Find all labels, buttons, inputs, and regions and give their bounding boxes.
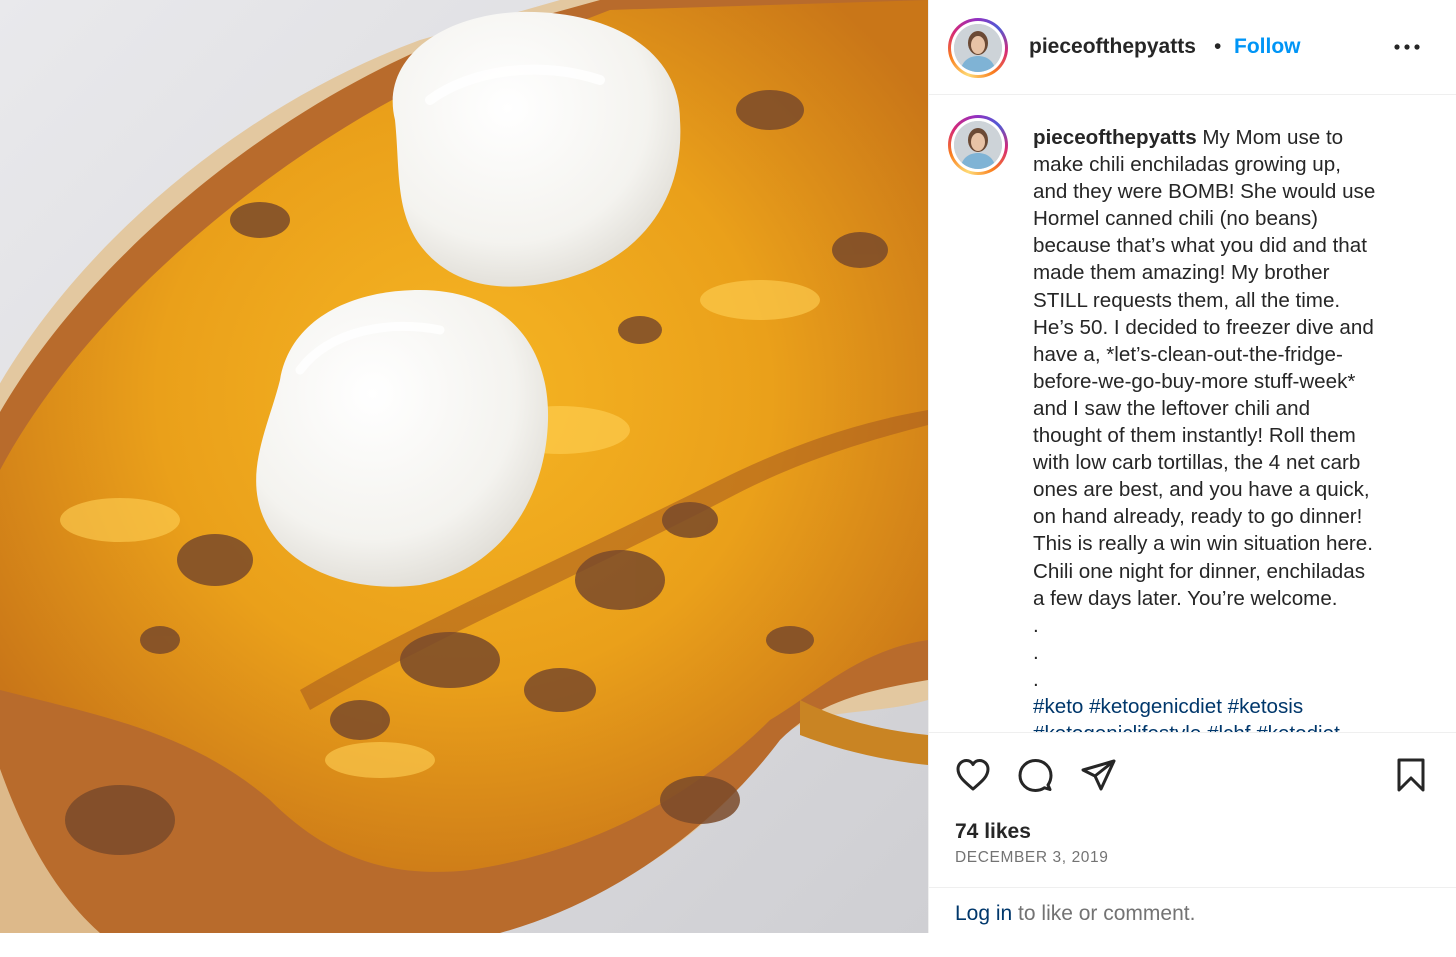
heart-icon[interactable] [953,755,993,795]
login-link[interactable]: Log in [955,902,1012,925]
username[interactable]: pieceofthepyatts [1029,35,1196,59]
login-bar: Log in to like or comment. [929,887,1456,933]
login-prompt: Log in to like or comment. [955,902,1196,925]
action-bar [929,732,1456,817]
post-date: DECEMBER 3, 2019 [955,849,1109,866]
profile-photo [954,24,1002,72]
enchiladas-photo [0,0,928,933]
post-header: pieceofthepyatts • Follow [929,0,1456,95]
hashtags[interactable]: #ketogeniclifestyle #lchf #ketodiet [1033,720,1433,732]
profile-photo [954,121,1002,169]
share-icon[interactable] [1079,755,1119,795]
instagram-post: pieceofthepyatts • Follow pieceofthepyat… [0,0,1456,933]
bookmark-icon[interactable] [1391,755,1431,795]
avatar[interactable] [948,18,1008,78]
follow-button[interactable]: Follow [1234,35,1301,59]
caption-username[interactable]: pieceofthepyatts [1033,126,1197,149]
likes-count[interactable]: 74 likes [955,820,1031,844]
separator-dot: • [1214,35,1222,58]
hashtags[interactable]: #keto #ketogenicdiet #ketosis [1033,693,1433,720]
caption-section: pieceofthepyatts My Mom use to make chil… [929,96,1456,732]
more-options-icon[interactable] [1391,30,1423,62]
post-side-panel: pieceofthepyatts • Follow pieceofthepyat… [928,0,1456,933]
comment-icon[interactable] [1015,755,1055,795]
post-photo[interactable] [0,0,928,933]
caption-avatar[interactable] [948,115,1008,175]
caption-text: pieceofthepyatts My Mom use to make chil… [1033,124,1433,732]
